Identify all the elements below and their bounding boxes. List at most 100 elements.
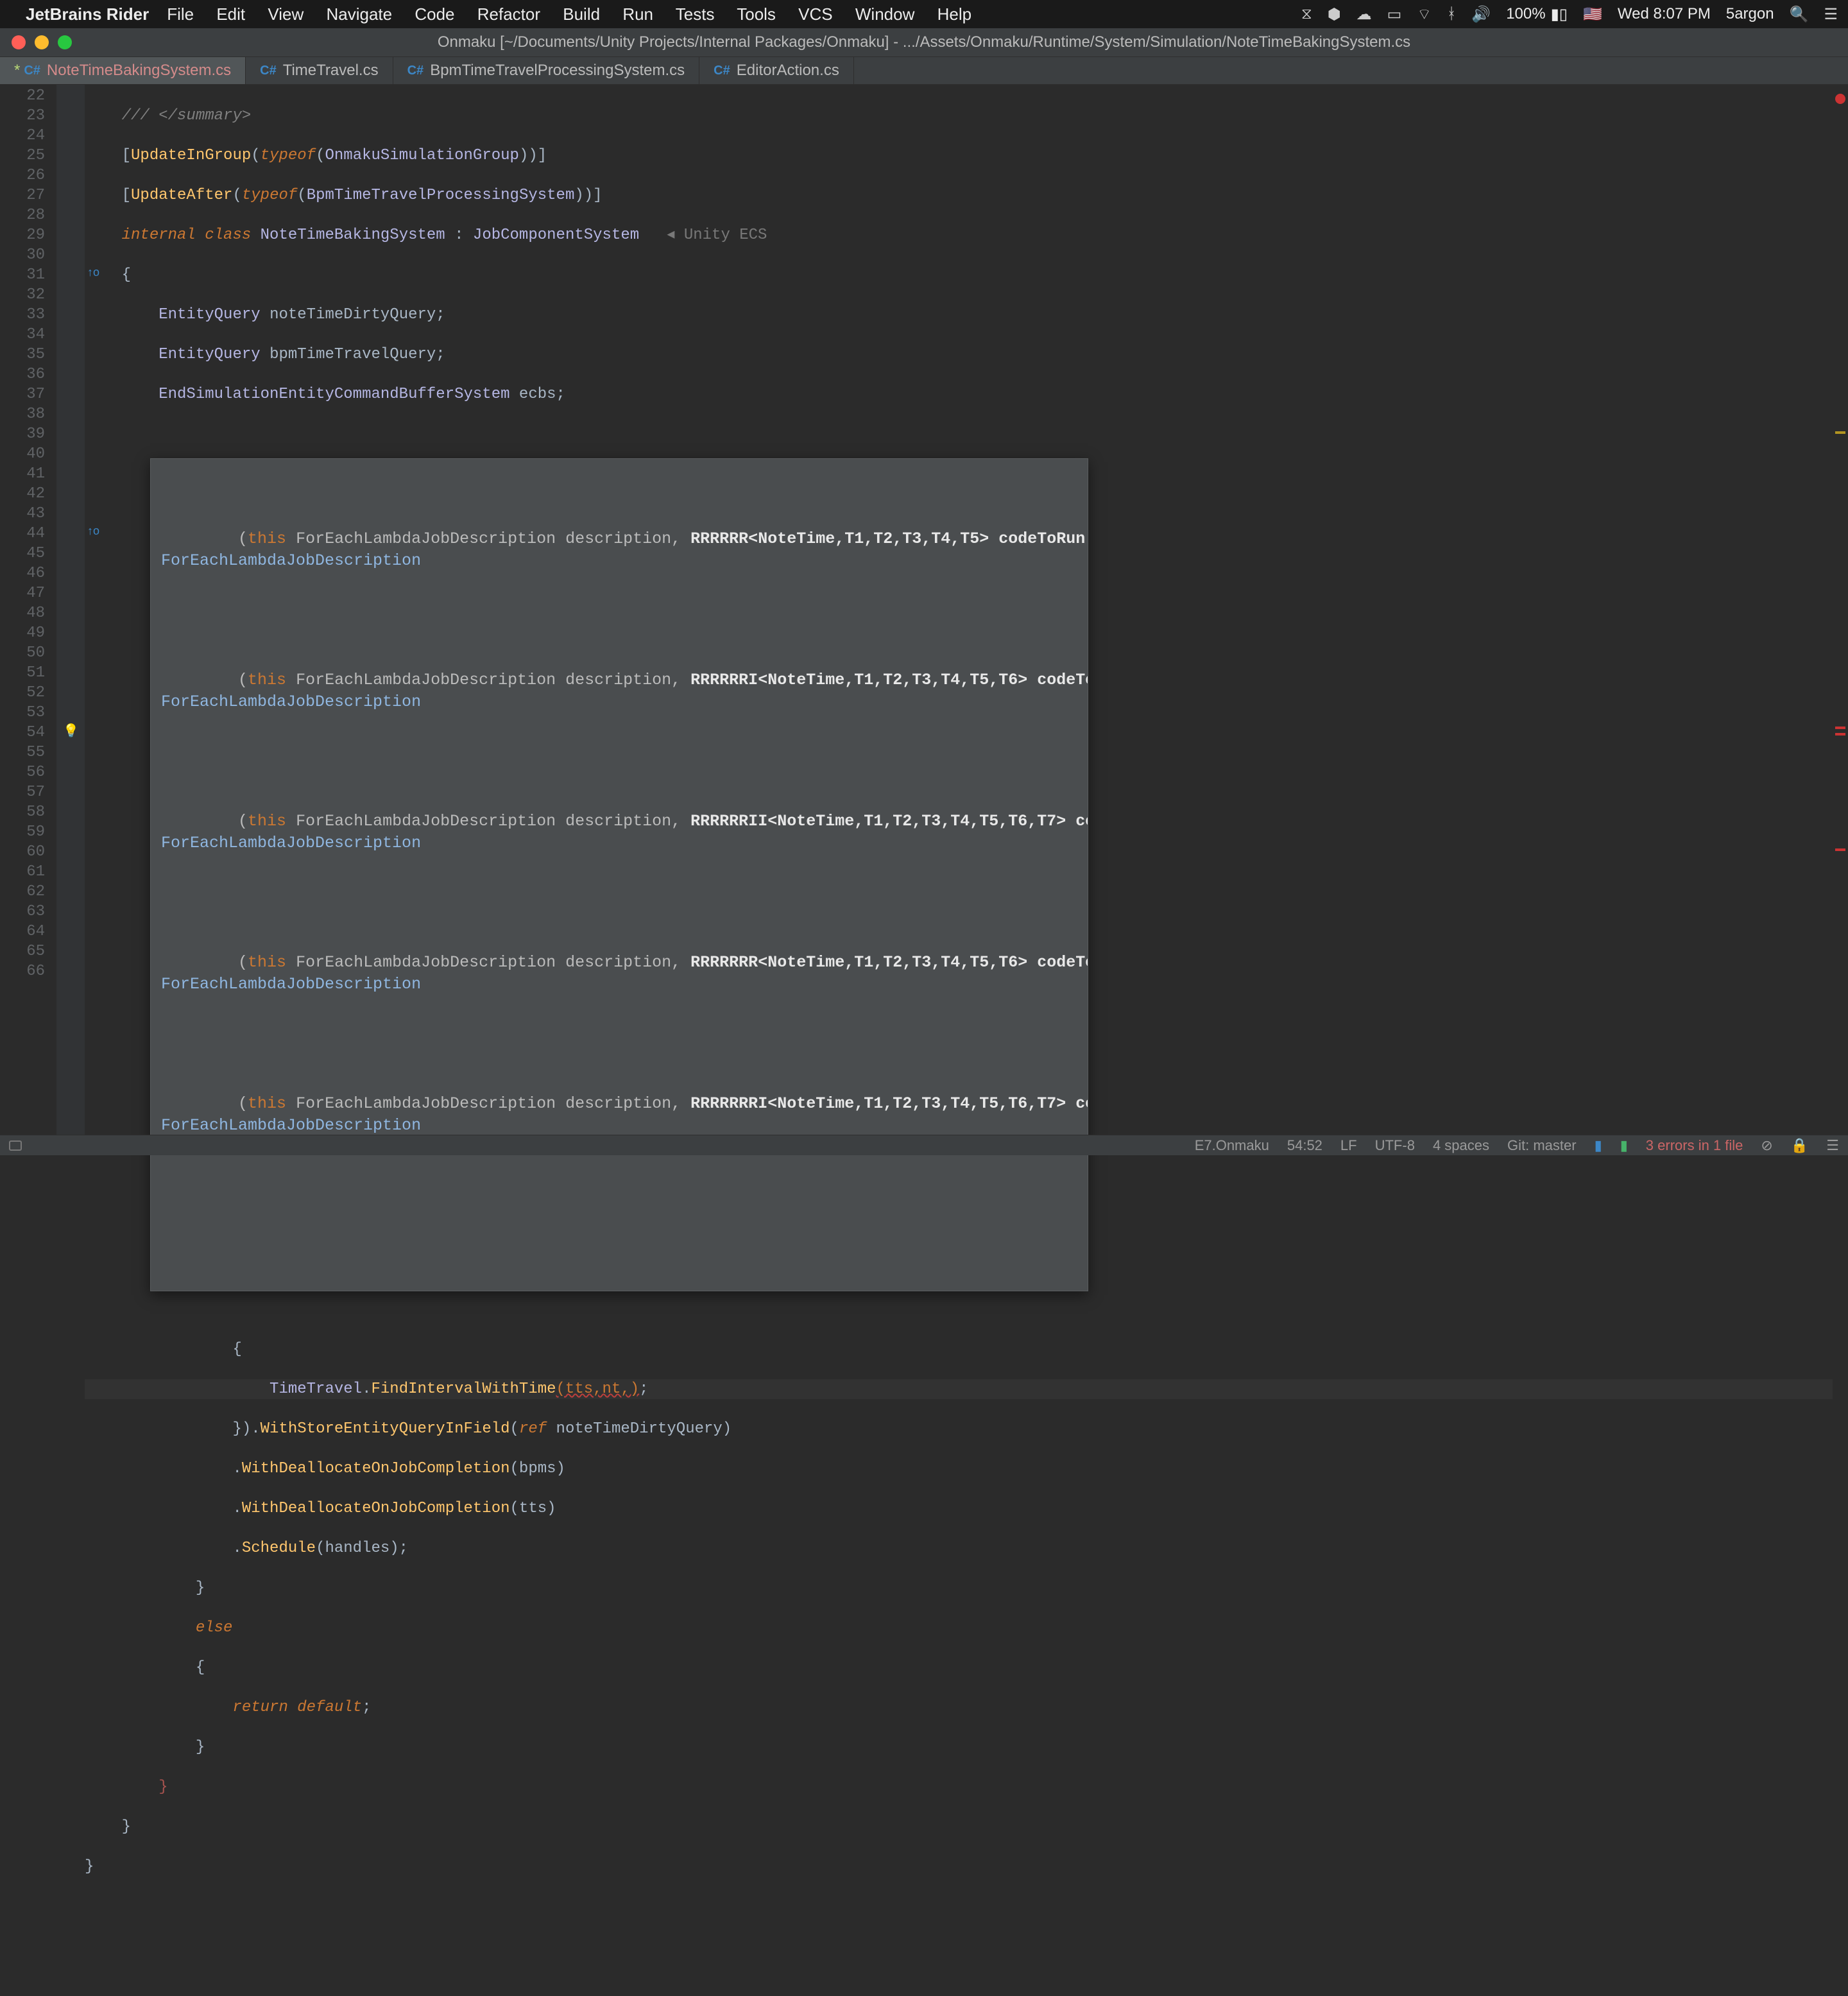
code-body[interactable]: /// </summary> [UpdateInGroup(typeof(Onm… [85,85,1833,1135]
stripe-marker[interactable] [1835,431,1845,434]
tab-label: BpmTimeTravelProcessingSystem.cs [430,62,685,80]
bluetooth-icon[interactable]: ᚼ [1447,5,1456,23]
tab-bpmtimetravelprocessingsystem[interactable]: C# BpmTimeTravelProcessingSystem.cs [393,57,700,84]
line-number: 57 [0,782,45,802]
tab-notetimebakingsystem[interactable]: C# NoteTimeBakingSystem.cs [0,57,246,84]
code-text: (tts) [510,1500,556,1517]
menu-build[interactable]: Build [563,4,600,24]
menu-tests[interactable]: Tests [676,4,715,24]
stripe-marker[interactable] [1835,727,1845,729]
line-number: 22 [0,86,45,106]
parameter-info-row[interactable]: (this ForEachLambdaJobDescription descri… [151,642,1088,740]
menu-vcs[interactable]: VCS [798,4,832,24]
menu-help[interactable]: Help [937,4,971,24]
popup-text: ForEachLambdaJobDescription [161,975,421,994]
line-number: 45 [0,544,45,564]
spotlight-icon[interactable]: 🔍 [1790,5,1809,24]
flag-icon[interactable]: 🇺🇸 [1583,5,1602,24]
line-number: 58 [0,802,45,822]
line-number: 47 [0,583,45,603]
control-center-icon[interactable]: ☰ [1824,5,1838,24]
code-text: NoteTimeBakingSystem [261,227,445,244]
code-text: EntityQuery [158,346,260,363]
battery-status[interactable]: 100% ▮▯ [1506,5,1568,24]
line-number: 55 [0,743,45,762]
menu-tools[interactable]: Tools [737,4,776,24]
status-notifications-icon[interactable]: ☰ [1826,1137,1839,1154]
menubar-user[interactable]: 5argon [1726,5,1774,23]
line-number: 50 [0,643,45,663]
stripe-marker[interactable] [1835,733,1845,736]
dropbox-icon[interactable]: ⬢ [1328,5,1341,24]
menu-navigate[interactable]: Navigate [327,4,393,24]
tab-timetravel[interactable]: C# TimeTravel.cs [246,57,393,84]
volume-icon[interactable]: 🔊 [1471,5,1491,24]
code-text: WithStoreEntityQueryInField [261,1420,510,1438]
line-number: 63 [0,902,45,922]
status-process-icon[interactable]: ▮ [1620,1137,1628,1154]
line-number: 59 [0,822,45,842]
line-number: 25 [0,146,45,166]
intention-bulb-icon[interactable]: 💡 [63,723,78,738]
code-text: typeof [242,187,297,204]
line-number: 44 [0,524,45,544]
status-unity-icon[interactable]: ▮ [1595,1137,1602,1154]
analysis-status-icon[interactable] [1835,94,1845,104]
battery-percent: 100% [1506,5,1545,23]
popup-text: this [248,953,286,972]
parameter-info-popup[interactable]: (this ForEachLambdaJobDescription descri… [150,458,1088,1291]
error-stripe[interactable] [1833,85,1848,1135]
menu-code[interactable]: Code [415,4,454,24]
status-readonly-toggle-icon[interactable]: ⊘ [1761,1137,1772,1154]
menubar-clock[interactable]: Wed 8:07 PM [1618,5,1711,23]
code-text: . [362,1381,371,1398]
line-number: 34 [0,325,45,345]
wifi-icon[interactable]: ⌔ [1417,4,1432,24]
popup-text: ForEachLambdaJobDescription description, [296,529,690,548]
line-number: 33 [0,305,45,325]
display-icon[interactable]: ▭ [1387,5,1402,24]
code-text: ; [639,1381,648,1398]
menu-window[interactable]: Window [855,4,914,24]
line-number: 39 [0,424,45,444]
code-editor[interactable]: 2223242526272829303132333435363738394041… [0,85,1833,1135]
status-module[interactable]: E7.Onmaku [1195,1137,1269,1154]
code-text: WithDeallocateOnJobCompletion [242,1500,510,1517]
menu-edit[interactable]: Edit [216,4,245,24]
status-caret-position[interactable]: 54:52 [1287,1137,1322,1154]
parameter-info-row[interactable]: (this ForEachLambdaJobDescription descri… [151,503,1088,599]
menu-run[interactable]: Run [622,4,653,24]
popup-text: RRRRRRII<NoteTime,T1,T2,T3,T4,T5,T6,T7> … [690,812,1088,830]
line-number: 38 [0,404,45,424]
tab-lang-badge: C# [260,64,277,78]
code-text: typeof [261,147,316,164]
status-errors[interactable]: 3 errors in 1 file [1646,1137,1743,1154]
line-number: 35 [0,345,45,365]
menu-file[interactable]: File [167,4,194,24]
parameter-info-row[interactable]: (this ForEachLambdaJobDescription descri… [151,925,1088,1022]
status-git-branch[interactable]: Git: master [1507,1137,1577,1154]
popup-text: ForEachLambdaJobDescription [161,1116,421,1135]
status-line-separator[interactable]: LF [1340,1137,1357,1154]
line-number: 43 [0,504,45,524]
tool-window-toggle-icon[interactable] [9,1140,22,1151]
line-number-gutter: 2223242526272829303132333435363738394041… [0,85,56,1135]
status-encoding[interactable]: UTF-8 [1375,1137,1415,1154]
code-text: bpmTimeTravelQuery; [270,346,445,363]
menu-view[interactable]: View [268,4,304,24]
line-number: 53 [0,703,45,723]
stripe-marker[interactable] [1835,848,1845,851]
line-number: 54 [0,723,45,743]
menu-refactor[interactable]: Refactor [477,4,540,24]
popup-text: this [248,812,286,830]
inlay-hint: ◂ Unity ECS [667,227,767,244]
toggl-icon[interactable]: ⧖ [1301,5,1312,23]
tab-editoraction[interactable]: C# EditorAction.cs [699,57,854,84]
line-number: 66 [0,961,45,981]
line-number: 32 [0,285,45,305]
status-indent[interactable]: 4 spaces [1433,1137,1489,1154]
status-lock-icon[interactable]: 🔒 [1791,1137,1808,1154]
parameter-info-row[interactable]: (this ForEachLambdaJobDescription descri… [151,1207,1088,1225]
parameter-info-row[interactable]: (this ForEachLambdaJobDescription descri… [151,784,1088,881]
cloud-icon[interactable]: ☁ [1356,5,1372,24]
